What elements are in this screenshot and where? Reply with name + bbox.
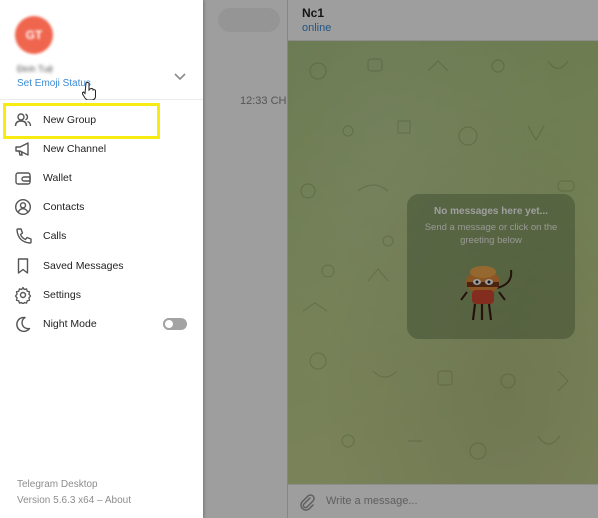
menu-item-label: Contacts	[43, 201, 85, 213]
gear-icon	[14, 286, 32, 304]
menu-item-wallet[interactable]: Wallet	[0, 164, 203, 193]
toggle-knob	[163, 318, 175, 330]
group-icon	[14, 113, 32, 127]
menu-item-new-channel[interactable]: New Channel	[0, 135, 203, 164]
bookmark-icon	[17, 258, 29, 274]
megaphone-icon	[15, 142, 29, 156]
moon-icon	[16, 316, 31, 333]
menu-item-label: New Channel	[43, 143, 107, 155]
phone-icon	[16, 228, 32, 244]
menu-item-label: Saved Messages	[43, 260, 124, 272]
menu-item-contacts[interactable]: Contacts	[0, 193, 203, 222]
menu-item-settings[interactable]: Settings	[0, 281, 203, 310]
avatar[interactable]: GT	[15, 16, 53, 54]
menu-item-label: Night Mode	[43, 318, 97, 330]
contact-icon	[14, 198, 32, 216]
hand-cursor-icon	[82, 82, 96, 100]
menu-item-label: Calls	[43, 230, 67, 242]
set-emoji-status-link[interactable]: Set Emoji Status	[17, 78, 91, 89]
user-name: Đinh Tuệ	[17, 64, 54, 74]
menu-header: GT Đinh Tuệ Set Emoji Status	[0, 0, 203, 100]
app-name: Telegram Desktop	[17, 479, 98, 490]
app-version-link[interactable]: Version 5.6.3 x64 – About	[17, 495, 131, 506]
chevron-down-icon[interactable]	[174, 72, 186, 82]
side-menu: GT Đinh Tuệ Set Emoji Status New Group N…	[0, 0, 203, 518]
menu-item-calls[interactable]: Calls	[0, 222, 203, 251]
night-mode-toggle[interactable]	[163, 318, 187, 330]
wallet-icon	[15, 172, 31, 185]
menu-item-label: New Group	[43, 114, 97, 126]
menu-item-new-group[interactable]: New Group	[0, 106, 203, 135]
menu-item-label: Settings	[43, 289, 81, 301]
menu-item-saved-messages[interactable]: Saved Messages	[0, 252, 203, 281]
menu-item-label: Wallet	[43, 172, 72, 184]
menu-item-night-mode[interactable]: Night Mode	[0, 310, 203, 339]
